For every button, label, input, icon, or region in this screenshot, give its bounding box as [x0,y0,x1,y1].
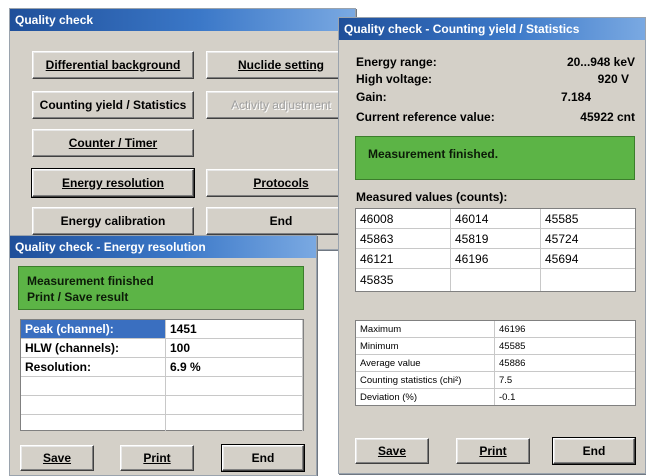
empty-cell [21,415,166,431]
end-button[interactable]: End [221,444,305,472]
gain-label: Gain: [356,90,387,104]
cell-hlw-label: HLW (channels): [21,339,166,358]
btn-label: Print [479,444,507,458]
energy-range-label: Energy range: [356,55,437,69]
save-button[interactable]: Save [20,445,94,471]
results-table: Peak (channel): 1451 HLW (channels): 100… [20,319,304,431]
reference-value-value: 45922 cnt [580,110,635,124]
counting-yield-window: Quality check - Counting yield / Statist… [338,17,646,474]
btn-label: Energy calibration [60,214,166,228]
energy-resolution-button[interactable]: Energy resolution [31,168,195,198]
activity-adjustment-button[interactable]: Activity adjustment [206,91,355,119]
status-line-2: Print / Save result [27,290,129,304]
table-cell: 46014 [451,209,541,229]
cell-resolution-value: 6.9 % [166,358,303,377]
status-box: Measurement finished Print / Save result [18,266,304,310]
summary-label-deviation: Deviation (%) [356,389,495,405]
table-cell: 45863 [356,229,451,249]
btn-label: Print [143,451,171,465]
cell-peak-value: 1451 [166,320,303,339]
btn-label: Save [42,451,72,465]
counting-yield-button[interactable]: Counting yield / Statistics [32,91,194,119]
status-line-1: Measurement finished [27,274,154,288]
summary-table: Maximum 46196 Minimum 45585 Average valu… [355,320,636,406]
summary-label-chi2: Counting statistics (chi²) [356,372,495,389]
counter-timer-button[interactable]: Counter / Timer [32,129,194,157]
measured-values-table: 46008 46014 45585 45863 45819 45724 4612… [355,208,636,292]
table-cell: 46008 [356,209,451,229]
high-voltage-value: 920 V [597,72,629,86]
end-button[interactable]: End [552,437,636,465]
save-button[interactable]: Save [355,438,429,464]
table-cell [541,269,635,291]
cell-resolution-label: Resolution: [21,358,166,377]
energy-calibration-button[interactable]: Energy calibration [32,207,194,235]
summary-label-maximum: Maximum [356,321,495,338]
table-cell: 45724 [541,229,635,249]
window-title: Quality check - Energy resolution [10,236,316,258]
window-title: Quality check - Counting yield / Statist… [339,18,645,40]
status-box: Measurement finished. [355,136,635,180]
empty-cell [166,396,303,415]
btn-label: End [251,451,275,465]
reference-value-label: Current reference value: [356,110,495,124]
btn-label: Activity adjustment [230,98,332,112]
quality-check-window: Quality check Differential background Nu… [9,8,356,250]
empty-cell [166,415,303,431]
table-cell [451,269,541,291]
btn-label: Counting yield / Statistics [39,98,187,112]
cell-peak-label: Peak (channel): [21,320,166,339]
btn-label: End [582,444,606,458]
gain-value: 7.184 [560,90,591,104]
print-button[interactable]: Print [456,438,530,464]
summary-value-deviation: -0.1 [499,391,516,403]
btn-label: Protocols [253,176,309,190]
table-cell: 46196 [451,249,541,269]
summary-value-minimum: 45585 [495,338,635,355]
summary-label-average: Average value [356,355,495,372]
table-cell: 46121 [356,249,451,269]
protocols-button[interactable]: Protocols [206,169,355,197]
table-cell: 45819 [451,229,541,249]
empty-cell [166,377,303,396]
end-button[interactable]: End [206,207,355,235]
energy-range-value: 20...948 keV [566,55,635,69]
summary-value-average: 45886 [495,355,635,372]
summary-value-chi2: 7.5 [495,372,635,389]
differential-background-button[interactable]: Differential background [32,51,194,79]
cell-hlw-value: 100 [166,339,303,358]
summary-value-maximum: 46196 [495,321,635,338]
summary-label-minimum: Minimum [356,338,495,355]
status-text: Measurement finished. [368,147,499,161]
window-title: Quality check [10,9,355,31]
btn-label: Save [377,444,407,458]
btn-label: End [269,214,293,228]
measured-values-header: Measured values (counts): [356,190,508,204]
btn-label: Counter / Timer [68,136,158,150]
table-cell: 45585 [541,209,635,229]
empty-cell [21,396,166,415]
print-button[interactable]: Print [120,445,194,471]
table-cell: 45694 [541,249,635,269]
empty-cell [21,377,166,396]
nuclide-setting-button[interactable]: Nuclide setting [206,51,355,79]
btn-label: Differential background [45,58,181,72]
energy-resolution-window: Quality check - Energy resolution Measur… [9,235,317,476]
btn-label: Nuclide setting [237,58,324,72]
high-voltage-label: High voltage: [356,72,433,86]
table-cell: 45835 [356,269,451,291]
btn-label: Energy resolution [61,176,165,190]
